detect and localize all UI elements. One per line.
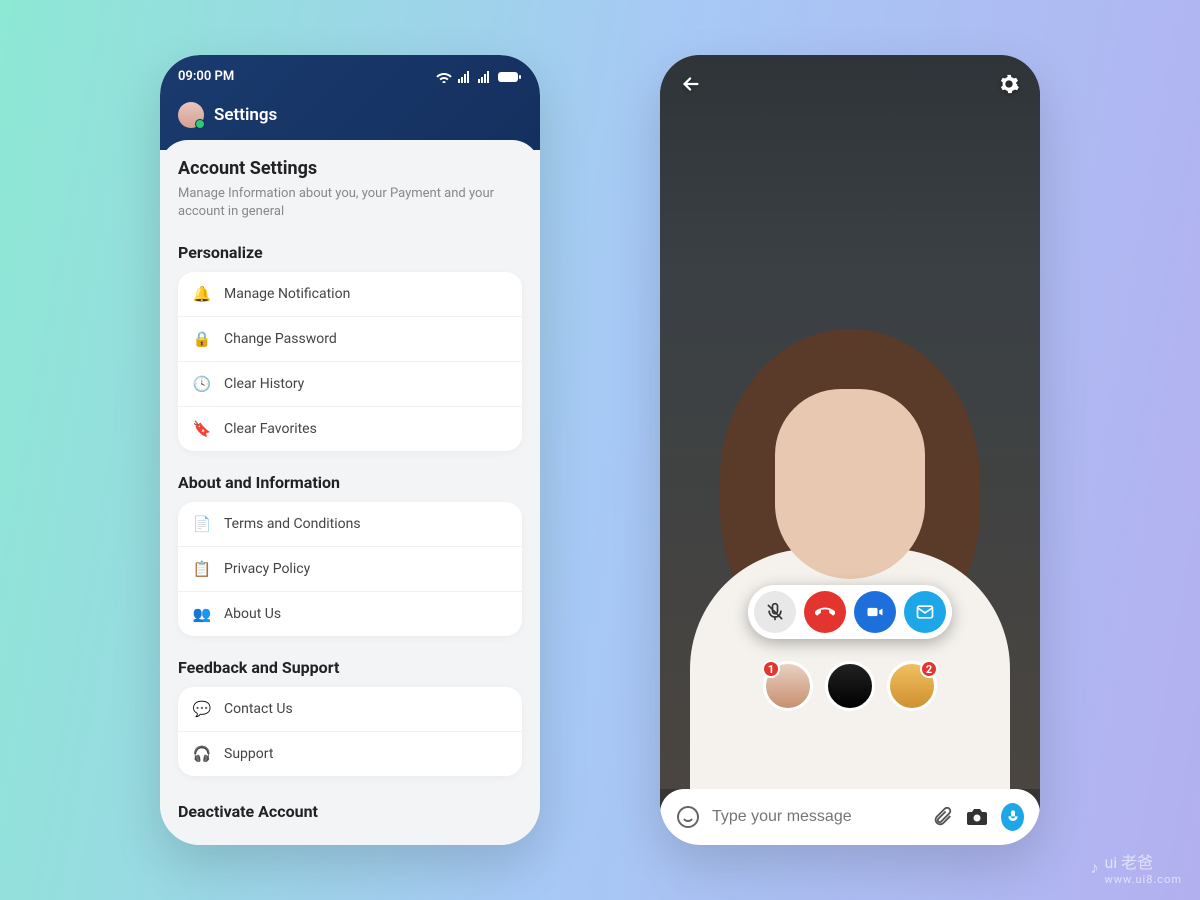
- group-about-label: About and Information: [178, 473, 522, 492]
- row-label: Manage Notification: [224, 286, 350, 302]
- watermark-url: www.ui8.com: [1104, 873, 1182, 886]
- support-card: 💬 Contact Us 🎧 Support: [178, 687, 522, 776]
- shield-icon: 📋: [192, 559, 212, 579]
- clear-history-row[interactable]: 🕓 Clear History: [178, 361, 522, 406]
- about-card: 📄 Terms and Conditions 📋 Privacy Policy 👥 A…: [178, 502, 522, 636]
- emoji-button[interactable]: [676, 805, 700, 829]
- message-input[interactable]: [712, 808, 919, 826]
- watermark-brand: ui 老爸: [1104, 853, 1153, 872]
- clear-favorites-row[interactable]: 🔖 Clear Favorites: [178, 406, 522, 451]
- wifi-icon: [436, 71, 452, 83]
- voice-message-button[interactable]: [1001, 803, 1024, 831]
- message-composer: [660, 789, 1040, 845]
- mic-off-icon: [765, 602, 785, 622]
- bookmark-icon: 🔖: [192, 419, 212, 439]
- settings-body: Account Settings Manage Information abou…: [160, 140, 540, 845]
- manage-notification-row[interactable]: 🔔 Manage Notification: [178, 272, 522, 316]
- about-us-row[interactable]: 👥 About Us: [178, 591, 522, 636]
- call-controls: [748, 585, 952, 639]
- deactivate-account-button[interactable]: Deactivate Account: [178, 802, 522, 821]
- paperclip-icon: [931, 806, 953, 828]
- arrow-left-icon: [680, 73, 702, 95]
- mic-icon: [1005, 809, 1021, 825]
- settings-screen: 09:00 PM Settings Account Settings Manag…: [160, 55, 540, 845]
- signal-icon: [458, 71, 472, 83]
- gear-icon: [998, 73, 1020, 95]
- video-call-screen: 1 2: [660, 55, 1040, 845]
- hangup-button[interactable]: [804, 591, 846, 633]
- status-time: 09:00 PM: [178, 69, 234, 84]
- mute-button[interactable]: [754, 591, 796, 633]
- call-settings-button[interactable]: [998, 73, 1020, 99]
- header-title-row: Settings: [178, 102, 522, 128]
- group-support-label: Feedback and Support: [178, 658, 522, 677]
- row-label: Clear History: [224, 376, 304, 392]
- support-row[interactable]: 🎧 Support: [178, 731, 522, 776]
- row-label: Terms and Conditions: [224, 516, 361, 532]
- signal-icon-2: [478, 71, 492, 83]
- participant-avatar[interactable]: 1: [763, 661, 813, 711]
- mail-icon: [915, 602, 935, 622]
- participant-badge: 1: [762, 660, 780, 678]
- camera-icon: [965, 805, 989, 829]
- bell-icon: 🔔: [192, 284, 212, 304]
- clock-icon: 🕓: [192, 374, 212, 394]
- row-label: About Us: [224, 606, 281, 622]
- back-button[interactable]: [680, 73, 702, 99]
- contact-us-row[interactable]: 💬 Contact Us: [178, 687, 522, 731]
- status-bar: 09:00 PM: [178, 69, 522, 84]
- row-label: Clear Favorites: [224, 421, 317, 437]
- headset-icon: 🎧: [192, 744, 212, 764]
- remote-person-placeholder: [680, 269, 1020, 789]
- watermark: ♪ ui 老爸 www.ui8.com: [1090, 849, 1182, 886]
- people-icon: 👥: [192, 604, 212, 624]
- row-label: Support: [224, 746, 273, 762]
- row-label: Change Password: [224, 331, 337, 347]
- settings-header: 09:00 PM Settings: [160, 55, 540, 150]
- account-section-title: Account Settings: [178, 158, 522, 179]
- remote-video: 1 2: [660, 55, 1040, 789]
- phone-hangup-icon: [815, 602, 835, 622]
- privacy-row[interactable]: 📋 Privacy Policy: [178, 546, 522, 591]
- document-icon: 📄: [192, 514, 212, 534]
- user-avatar[interactable]: [178, 102, 204, 128]
- status-icons: [436, 71, 522, 83]
- camera-button[interactable]: [965, 805, 989, 829]
- participant-avatar[interactable]: [825, 661, 875, 711]
- account-section-subtitle: Manage Information about you, your Payme…: [178, 185, 522, 221]
- call-top-bar: [660, 73, 1040, 99]
- row-label: Contact Us: [224, 701, 293, 717]
- smile-icon: [676, 805, 700, 829]
- attach-button[interactable]: [931, 806, 953, 828]
- participant-avatar[interactable]: 2: [887, 661, 937, 711]
- lock-icon: 🔒: [192, 329, 212, 349]
- row-label: Privacy Policy: [224, 561, 310, 577]
- participant-badge: 2: [920, 660, 938, 678]
- battery-icon: [498, 71, 522, 83]
- change-password-row[interactable]: 🔒 Change Password: [178, 316, 522, 361]
- message-button[interactable]: [904, 591, 946, 633]
- video-icon: [865, 602, 885, 622]
- participants-strip: 1 2: [763, 661, 937, 711]
- group-personalize-label: Personalize: [178, 243, 522, 262]
- personalize-card: 🔔 Manage Notification 🔒 Change Password 🕓 C…: [178, 272, 522, 451]
- video-toggle-button[interactable]: [854, 591, 896, 633]
- terms-row[interactable]: 📄 Terms and Conditions: [178, 502, 522, 546]
- chat-icon: 💬: [192, 699, 212, 719]
- page-title: Settings: [214, 105, 277, 125]
